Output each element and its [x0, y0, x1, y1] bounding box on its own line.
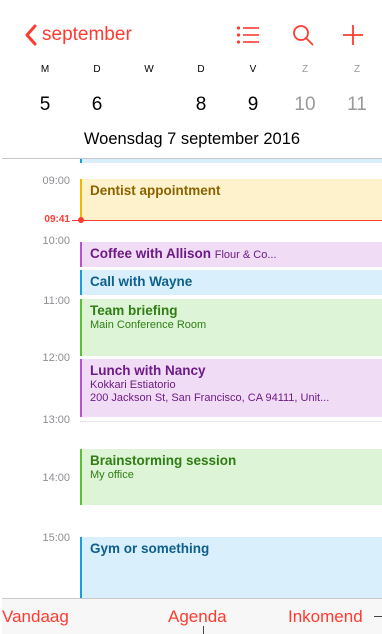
callout-line-right [374, 616, 382, 617]
date-number: 8 [195, 94, 207, 115]
event-partial-top[interactable] [80, 159, 382, 163]
date-11[interactable]: 11 [337, 86, 377, 124]
date-10[interactable]: 10 [285, 86, 325, 124]
event-location: My office [90, 469, 134, 481]
current-time-dot [78, 217, 84, 223]
back-button[interactable]: september [24, 24, 132, 46]
date-9[interactable]: 9 [233, 86, 273, 124]
date-number: 10 [294, 94, 316, 115]
event-title: Team briefing [90, 303, 178, 318]
day-timeline[interactable]: 09:00 Dentist appointment 09:41 10:00 Co… [2, 159, 382, 598]
event-gym[interactable]: Gym or something [80, 537, 382, 598]
event-title-line: Coffee with Allison Flour & Co... [90, 246, 382, 261]
date-6[interactable]: 6 [77, 86, 117, 124]
weekday-label: D [197, 64, 205, 75]
date-number: 5 [39, 94, 51, 115]
hour-label: 11:00 [43, 295, 70, 307]
event-location: Kokkari Estiatorio [90, 379, 176, 391]
agenda-button[interactable]: Agenda [168, 607, 227, 627]
event-title: Lunch with Nancy [90, 363, 206, 378]
current-time-line [72, 220, 382, 221]
event-title: Dentist appointment [90, 183, 221, 198]
event-title: Call with Wayne [90, 274, 193, 289]
navigation-bar: september [2, 20, 382, 54]
event-team-briefing[interactable]: Team briefing Main Conference Room [80, 299, 382, 356]
event-title: Gym or something [90, 541, 210, 556]
plus-icon[interactable] [342, 24, 364, 46]
event-call-wayne[interactable]: Call with Wayne [80, 270, 382, 295]
date-number: 11 [347, 94, 367, 115]
weekday-row: M D W D V Z Z [2, 64, 382, 78]
date-number: 6 [91, 94, 103, 115]
list-icon[interactable] [236, 24, 260, 46]
hour-line [80, 421, 382, 422]
event-title: Coffee with Allison [90, 246, 211, 261]
date-5[interactable]: 5 [25, 86, 65, 124]
event-location: Flour & Co... [214, 249, 277, 261]
date-row: 5 6 7 8 9 10 11 [2, 86, 382, 124]
event-dentist[interactable]: Dentist appointment [80, 179, 382, 221]
event-title: Brainstorming session [90, 453, 237, 468]
hour-label: 10:00 [42, 235, 70, 247]
date-number: 7 [143, 94, 155, 115]
weekday-label: Z [353, 64, 361, 75]
weekday-label: M [40, 64, 50, 75]
day-title: Woensdag 7 september 2016 [83, 130, 301, 148]
bottom-toolbar: Vandaag Agenda Inkomend [2, 599, 382, 634]
date-8[interactable]: 8 [181, 86, 221, 124]
weekday-label: Z [301, 64, 309, 75]
date-number: 9 [247, 94, 259, 115]
weekday-label: V [249, 64, 257, 75]
event-location: Main Conference Room [90, 319, 207, 331]
date-7-selected[interactable]: 7 [129, 86, 169, 124]
hour-label: 13:00 [42, 414, 70, 426]
search-icon[interactable] [292, 24, 314, 46]
hour-label: 09:00 [42, 175, 70, 187]
callout-line-bottom [203, 626, 204, 634]
weekday-label: D [93, 64, 101, 75]
event-brainstorming[interactable]: Brainstorming session My office [80, 449, 382, 505]
calendar-day-view: september M D W D V Z Z 5 6 7 8 9 10 11 … [2, 0, 382, 634]
event-lunch-nancy[interactable]: Lunch with Nancy Kokkari Estiatorio 200 … [80, 359, 382, 417]
hour-label: 14:00 [42, 472, 70, 484]
inbox-button[interactable]: Inkomend [288, 607, 363, 627]
hour-label: 12:00 [42, 352, 70, 364]
event-coffee-allison[interactable]: Coffee with Allison Flour & Co... [80, 242, 382, 267]
weekday-label: W [144, 64, 154, 75]
today-button[interactable]: Vandaag [2, 607, 69, 627]
hour-label: 15:00 [42, 532, 70, 544]
chevron-left-icon [25, 24, 37, 46]
current-time-label: 09:41 [44, 214, 70, 225]
back-label: september [42, 24, 132, 45]
event-address: 200 Jackson St, San Francisco, CA 94111,… [90, 392, 330, 404]
